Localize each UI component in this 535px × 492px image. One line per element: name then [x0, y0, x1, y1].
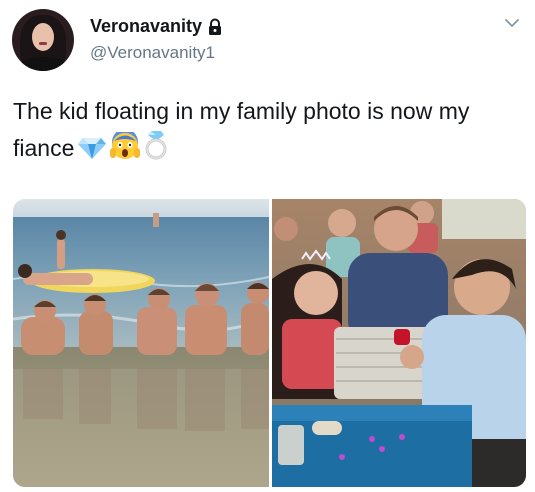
- display-name-row[interactable]: Veronavanity: [90, 16, 223, 37]
- screaming-face-icon: [110, 132, 141, 159]
- ring-icon: [145, 131, 167, 160]
- gem-icon: [78, 138, 107, 159]
- proposal-photo[interactable]: [272, 199, 526, 487]
- user-handle[interactable]: @Veronavanity1: [90, 43, 215, 63]
- tweet-text: The kid floating in my family photo is n…: [13, 93, 518, 167]
- display-name[interactable]: Veronavanity: [90, 16, 202, 37]
- lock-icon: [209, 18, 222, 35]
- avatar[interactable]: [12, 9, 74, 71]
- chevron-down-icon[interactable]: [503, 14, 521, 32]
- beach-family-photo[interactable]: [13, 199, 269, 487]
